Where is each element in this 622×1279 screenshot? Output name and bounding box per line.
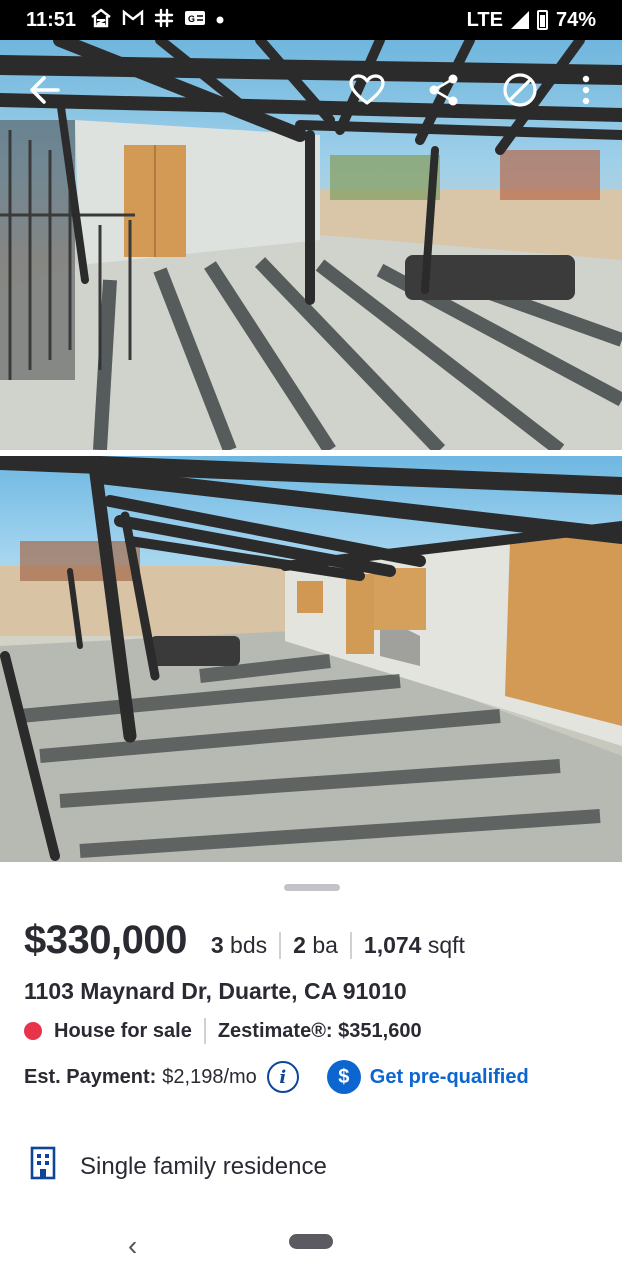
more-vert-icon[interactable] (564, 68, 608, 112)
sheet-drag-handle[interactable] (284, 884, 340, 891)
est-payment-label: Est. Payment: (24, 1065, 157, 1088)
status-time: 11:51 (26, 8, 77, 31)
beds-unit: bds (230, 932, 268, 958)
payment-row: Est. Payment: $2,198/mo i $ Get pre-qual… (24, 1060, 529, 1094)
hide-icon[interactable] (498, 68, 542, 112)
property-type-row: Single family residence (30, 1146, 327, 1187)
est-payment-value: $2,198/mo (162, 1065, 257, 1088)
for-sale-dot-icon (24, 1022, 42, 1040)
baths-fact: 2 ba (279, 932, 350, 959)
battery-level: 74% (555, 8, 596, 31)
status-row: House for sale Zestimate®: $351,600 (24, 1018, 422, 1044)
listing-details-sheet: $330,000 3 bds 2 ba 1,074 sqft 1103 Mayn… (0, 862, 622, 1279)
status-bar: 11:51 G LTE 74% (0, 0, 622, 40)
zillow-notification-icon (90, 7, 112, 33)
more-notifications-dot-icon (216, 11, 224, 29)
sqft-fact: 1,074 sqft (349, 932, 477, 959)
property-type: Single family residence (80, 1152, 327, 1180)
dollar-icon: $ (326, 1060, 361, 1094)
zestimate: Zestimate®: $351,600 (217, 1019, 422, 1042)
share-icon[interactable] (422, 68, 466, 112)
back-arrow-icon[interactable] (22, 68, 66, 112)
baths-unit: ba (312, 932, 338, 958)
network-label: LTE (466, 8, 503, 31)
system-nav-bar: ‹ (0, 1222, 622, 1279)
baths-value: 2 (293, 932, 306, 958)
sqft-unit: sqft (427, 932, 465, 958)
building-icon (30, 1146, 56, 1187)
home-facts: 3 bds 2 ba 1,074 sqft (211, 932, 477, 959)
sqft-value: 1,074 (363, 932, 422, 958)
signal-icon (510, 11, 529, 29)
price-row: $330,000 3 bds 2 ba 1,074 sqft (24, 918, 477, 963)
svg-text:G: G (188, 14, 195, 24)
listing-address: 1103 Maynard Dr, Duarte, CA 91010 (24, 978, 407, 1004)
status-right: LTE 74% (467, 9, 596, 32)
system-back-icon[interactable]: ‹ (128, 1230, 137, 1262)
beds-value: 3 (210, 932, 224, 958)
heart-icon[interactable] (345, 68, 389, 112)
divider (203, 1018, 206, 1044)
info-icon[interactable]: i (266, 1061, 299, 1093)
beds-fact: 3 bds (211, 932, 279, 959)
get-prequalified-label: Get pre-qualified (369, 1065, 529, 1088)
slack-notification-icon (154, 8, 174, 33)
listing-status: House for sale (54, 1019, 192, 1042)
get-prequalified-button[interactable]: $ Get pre-qualified (326, 1060, 529, 1094)
notification-icons: G (90, 7, 224, 33)
listing-photo-2[interactable] (0, 456, 622, 862)
gmail-notification-icon (122, 9, 144, 32)
listing-price: $330,000 (24, 918, 187, 962)
battery-icon (536, 10, 548, 30)
news-notification-icon: G (184, 9, 206, 32)
system-home-pill[interactable] (289, 1234, 333, 1249)
